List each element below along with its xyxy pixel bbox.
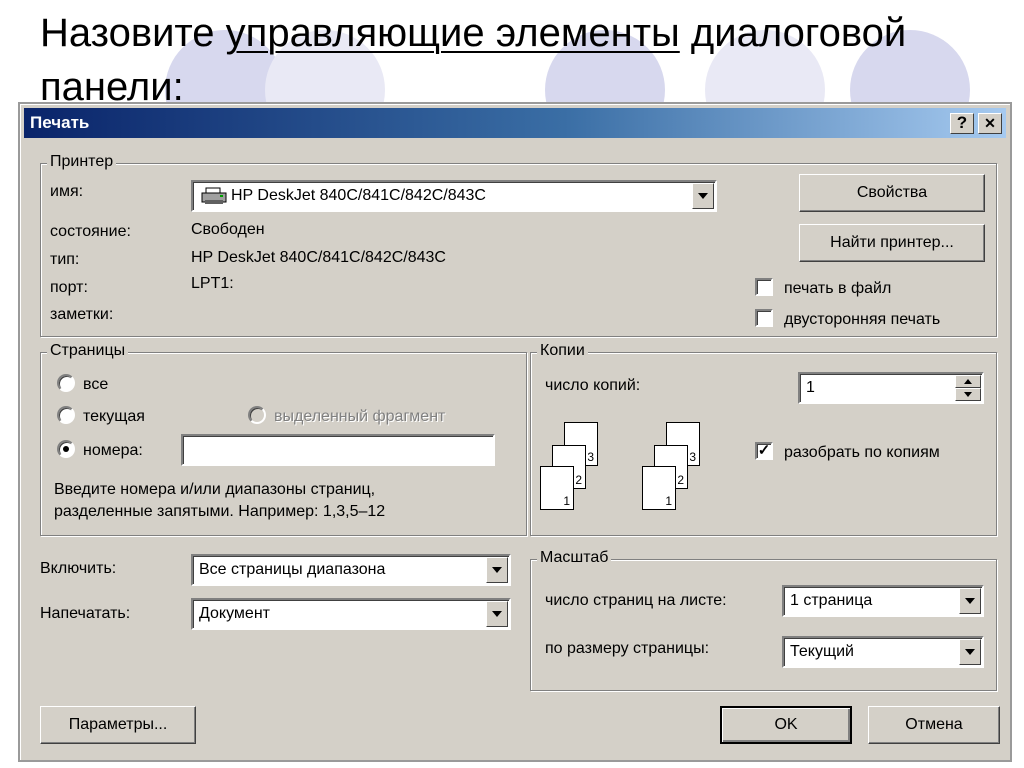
ok-button[interactable]: OK [720,706,852,744]
pages-selection-label[interactable]: выделенный фрагмент [274,407,445,427]
include-value: Все страницы диапазона [199,561,386,578]
print-what-label: Напечатать: [40,605,131,622]
printer-group-label: Принтер [47,152,117,172]
pages-group-label: Страницы [47,341,129,361]
duplex-label[interactable]: двусторонняя печать [784,310,940,330]
close-button[interactable]: ✕ [978,113,1002,134]
print-what-select[interactable]: Документ [191,598,511,630]
spin-down-button[interactable] [955,388,981,401]
printer-port-label: порт: [50,279,88,296]
pages-hint-line2: разделенные запятыми. Например: 1,3,5–12 [54,503,386,520]
printer-icon [201,187,227,204]
check-icon: ✓ [757,442,771,459]
properties-button-label: Свойства [856,184,928,201]
include-label: Включить: [40,560,117,577]
printer-status-label: состояние: [50,223,131,240]
pages-per-sheet-dropdown-button[interactable] [959,588,981,614]
pages-current-label[interactable]: текущая [83,407,145,427]
find-printer-button-label: Найти принтер... [830,234,954,251]
printer-name-select[interactable]: HP DeskJet 840C/841C/842C/843C [191,180,717,212]
printer-port-value: LPT1: [191,275,234,292]
copies-count-value: 1 [806,379,815,396]
chevron-down-icon [965,598,975,604]
cancel-button[interactable]: Отмена [868,706,1000,744]
ok-button-label: OK [774,716,798,733]
copies-count-label: число копий: [545,377,641,394]
options-button[interactable]: Параметры... [40,706,196,744]
help-button[interactable]: ? [950,113,974,134]
options-button-label: Параметры... [68,716,168,733]
printer-type-label: тип: [50,251,80,268]
printer-name-label: имя: [50,183,84,200]
spin-up-icon [964,379,972,384]
pages-all-label[interactable]: все [83,375,108,395]
pages-current-radio[interactable] [57,406,75,424]
pages-selection-radio[interactable] [248,406,266,424]
print-to-file-label[interactable]: печать в файл [784,279,891,299]
scale-group: Масштаб [530,548,997,691]
print-dialog: Печать ? ✕ Принтер имя: HP DeskJet 840C/… [18,102,1012,762]
chevron-down-icon [965,649,975,655]
page-icon: 1 [642,466,676,510]
spin-up-button[interactable] [955,375,981,388]
printer-status-value: Свободен [191,221,265,238]
printer-name-dropdown-button[interactable] [692,183,714,209]
radio-dot-icon [63,446,69,452]
include-select[interactable]: Все страницы диапазона [191,554,511,586]
fit-to-page-dropdown-button[interactable] [959,639,981,665]
copies-count-spinner[interactable]: 1 [798,372,984,404]
page-number: 2 [677,473,684,487]
print-to-file-checkbox[interactable] [755,278,773,296]
spin-down-icon [964,392,972,397]
pages-numbers-radio[interactable] [57,440,75,458]
slide-title: Назовите управляющие элементы диалоговой… [40,6,1000,114]
page-numbers-input[interactable] [181,434,495,466]
fit-to-page-select[interactable]: Текущий [782,636,984,668]
pages-per-sheet-select[interactable]: 1 страница [782,585,984,617]
close-icon: ✕ [984,115,996,131]
find-printer-button[interactable]: Найти принтер... [799,224,985,262]
duplex-checkbox[interactable] [755,309,773,327]
pages-all-radio[interactable] [57,374,75,392]
page-number: 1 [665,494,672,508]
page-number: 1 [563,494,570,508]
pages-per-sheet-value: 1 страница [790,592,873,609]
collate-checkbox[interactable]: ✓ [755,442,773,460]
copies-group-label: Копии [537,341,588,361]
chevron-down-icon [492,611,502,617]
chevron-down-icon [698,193,708,199]
printer-name-value: HP DeskJet 840C/841C/842C/843C [231,187,486,204]
slide-title-part1: Назовите [40,11,226,55]
slide-title-underlined: управляющие элементы [225,11,680,55]
chevron-down-icon [492,567,502,573]
dialog-title: Печать [30,113,90,132]
scale-group-label: Масштаб [537,548,612,568]
print-what-value: Документ [199,605,270,622]
print-what-dropdown-button[interactable] [486,601,508,627]
printer-type-value: HP DeskJet 840C/841C/842C/843C [191,249,446,266]
page-icon: 1 [540,466,574,510]
fit-to-page-label: по размеру страницы: [545,640,710,657]
dialog-titlebar[interactable]: Печать ? ✕ [24,108,1006,138]
pages-numbers-label[interactable]: номера: [83,441,143,461]
page-number: 3 [689,450,696,464]
properties-button[interactable]: Свойства [799,174,985,212]
page-number: 3 [587,450,594,464]
collate-label[interactable]: разобрать по копиям [784,443,940,463]
printer-notes-label: заметки: [50,306,114,323]
fit-to-page-value: Текущий [790,643,854,660]
pages-hint-line1: Введите номера и/или диапазоны страниц, [54,481,376,498]
pages-per-sheet-label: число страниц на листе: [545,592,727,609]
help-icon: ? [956,113,968,132]
include-dropdown-button[interactable] [486,557,508,583]
page-number: 2 [575,473,582,487]
cancel-button-label: Отмена [905,716,963,733]
